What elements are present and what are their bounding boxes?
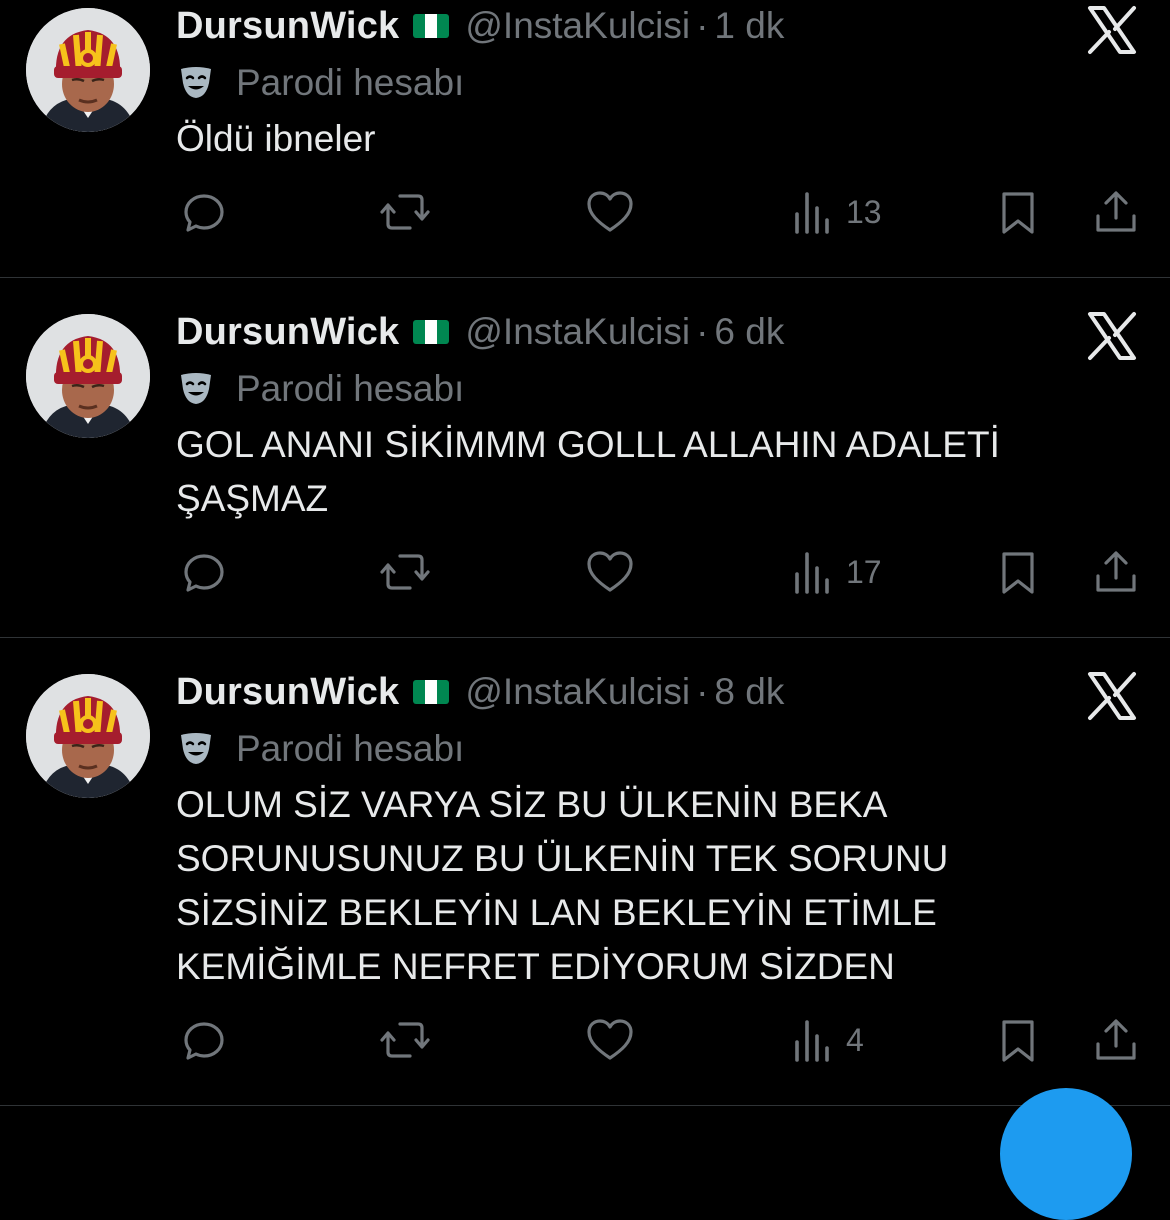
tweet-header: DursunWick @InstaKulcisi · 1 dk — [176, 0, 784, 52]
reply-button[interactable] — [180, 544, 228, 600]
handle[interactable]: @InstaKulcisi — [465, 671, 690, 713]
timestamp[interactable]: 6 dk — [714, 311, 784, 353]
separator-dot: · — [696, 5, 709, 46]
tweet-text: Öldü ibneler — [176, 118, 376, 159]
share-icon — [1092, 1016, 1140, 1064]
tweet[interactable]: DursunWick @InstaKulcisi · 6 dk Parodi h… — [0, 278, 1170, 638]
views-icon — [792, 548, 832, 596]
tweet-header: DursunWick @InstaKulcisi · 6 dk — [176, 306, 784, 358]
parody-label-row: Parodi hesabı — [176, 364, 464, 414]
tweet-header: DursunWick @InstaKulcisi · 8 dk — [176, 666, 784, 718]
share-button[interactable] — [1092, 544, 1140, 600]
like-button[interactable] — [584, 1012, 636, 1068]
retweet-icon — [378, 548, 432, 596]
bookmark-button[interactable] — [996, 1012, 1040, 1068]
views-count: 4 — [846, 1021, 864, 1058]
handle[interactable]: @InstaKulcisi — [465, 5, 690, 47]
parody-label: Parodi hesabı — [236, 728, 465, 769]
parody-label-row: Parodi hesabı — [176, 58, 464, 108]
like-button[interactable] — [584, 544, 636, 600]
retweet-button[interactable] — [378, 544, 432, 600]
views-count: 13 — [846, 193, 882, 230]
views-count: 17 — [846, 553, 882, 590]
separator-dot: · — [696, 311, 709, 352]
like-icon — [584, 548, 636, 596]
bookmark-button[interactable] — [996, 184, 1040, 240]
parody-label: Parodi hesabı — [236, 368, 465, 409]
bookmark-icon — [996, 548, 1040, 596]
separator-dot: · — [696, 671, 709, 712]
bookmark-button[interactable] — [996, 544, 1040, 600]
nigeria-flag-icon — [413, 320, 450, 344]
action-bar: 13 — [0, 184, 1170, 240]
like-icon — [584, 188, 636, 236]
retweet-button[interactable] — [378, 1012, 432, 1068]
views-icon — [792, 1016, 832, 1064]
handle[interactable]: @InstaKulcisi — [465, 311, 690, 353]
display-name[interactable]: DursunWick — [176, 671, 399, 714]
parody-label: Parodi hesabı — [236, 62, 465, 103]
theater-mask-icon — [176, 727, 216, 772]
like-button[interactable] — [584, 184, 636, 240]
views-button[interactable]: 17 — [792, 544, 882, 600]
tweet[interactable]: DursunWick @InstaKulcisi · 8 dk Parodi h… — [0, 638, 1170, 1106]
bookmark-icon — [996, 188, 1040, 236]
action-bar: 4 — [0, 1012, 1170, 1068]
share-icon — [1092, 188, 1140, 236]
bookmark-icon — [996, 1016, 1040, 1064]
display-name[interactable]: DursunWick — [176, 311, 399, 354]
x-logo-icon[interactable] — [1084, 668, 1140, 724]
display-name[interactable]: DursunWick — [176, 5, 399, 48]
tweet-text: OLUM SİZ VARYA SİZ BU ÜLKENİN BEKA SORUN… — [176, 784, 949, 987]
reply-icon — [180, 548, 228, 596]
like-icon — [584, 1016, 636, 1064]
views-button[interactable]: 4 — [792, 1012, 864, 1068]
theater-mask-icon — [176, 61, 216, 106]
views-button[interactable]: 13 — [792, 184, 882, 240]
share-button[interactable] — [1092, 184, 1140, 240]
nigeria-flag-icon — [413, 14, 450, 38]
timestamp[interactable]: 8 dk — [714, 671, 784, 713]
retweet-button[interactable] — [378, 184, 432, 240]
share-button[interactable] — [1092, 1012, 1140, 1068]
reply-icon — [180, 188, 228, 236]
reply-button[interactable] — [180, 1012, 228, 1068]
avatar[interactable] — [26, 314, 150, 438]
avatar[interactable] — [26, 674, 150, 798]
reply-button[interactable] — [180, 184, 228, 240]
x-logo-icon[interactable] — [1084, 308, 1140, 364]
nigeria-flag-icon — [413, 680, 450, 704]
tweet[interactable]: DursunWick @InstaKulcisi · 1 dk Parodi h… — [0, 0, 1170, 278]
parody-label-row: Parodi hesabı — [176, 724, 464, 774]
theater-mask-icon — [176, 367, 216, 412]
views-icon — [792, 188, 832, 236]
avatar[interactable] — [26, 8, 150, 132]
x-logo-icon[interactable] — [1084, 2, 1140, 58]
share-icon — [1092, 548, 1140, 596]
retweet-icon — [378, 188, 432, 236]
action-bar: 17 — [0, 544, 1170, 600]
reply-icon — [180, 1016, 228, 1064]
tweet-text: GOL ANANI SİKİMMM GOLLL ALLAHIN ADALETİ … — [176, 424, 1000, 519]
timestamp[interactable]: 1 dk — [714, 5, 784, 47]
retweet-icon — [378, 1016, 432, 1064]
compose-button[interactable] — [1000, 1088, 1132, 1220]
